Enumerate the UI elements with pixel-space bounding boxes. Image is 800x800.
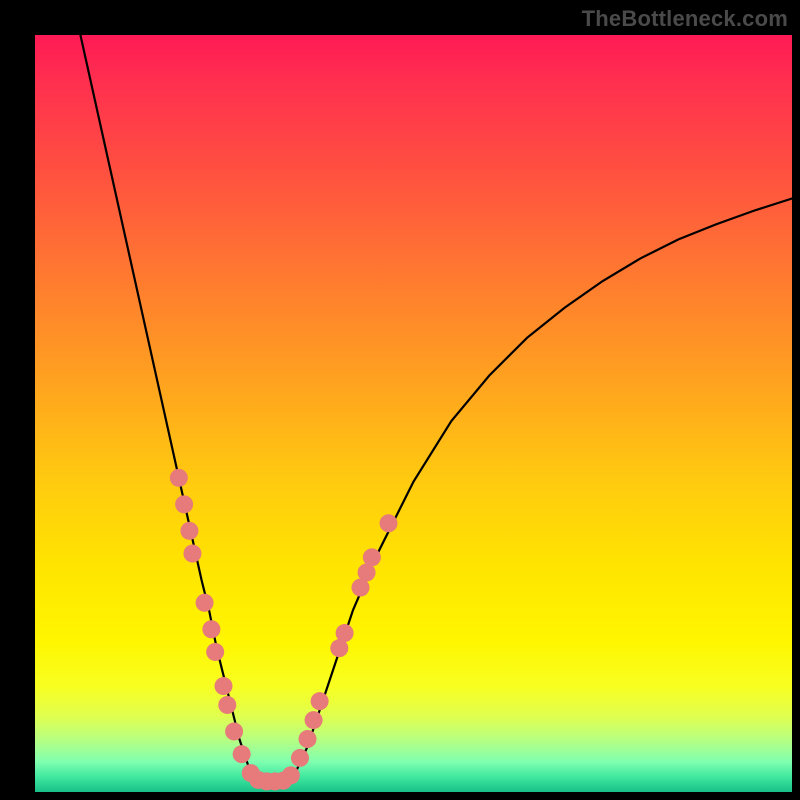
- data-point: [183, 545, 201, 563]
- data-point: [206, 643, 224, 661]
- data-point: [180, 522, 198, 540]
- watermark-text: TheBottleneck.com: [582, 6, 788, 32]
- chart-svg: [35, 35, 792, 792]
- data-point: [311, 692, 329, 710]
- data-point: [175, 495, 193, 513]
- plot-area: [35, 35, 792, 792]
- bottleneck-curve: [80, 35, 792, 782]
- data-point: [336, 624, 354, 642]
- data-point: [233, 745, 251, 763]
- data-point: [299, 730, 317, 748]
- data-point: [202, 620, 220, 638]
- data-point: [196, 594, 214, 612]
- frame: TheBottleneck.com: [0, 0, 800, 800]
- dots-group: [170, 469, 398, 791]
- data-point: [214, 677, 232, 695]
- data-point: [291, 749, 309, 767]
- data-point: [363, 548, 381, 566]
- data-point: [305, 711, 323, 729]
- data-point: [170, 469, 188, 487]
- data-point: [218, 696, 236, 714]
- data-point: [282, 766, 300, 784]
- data-point: [380, 514, 398, 532]
- data-point: [225, 722, 243, 740]
